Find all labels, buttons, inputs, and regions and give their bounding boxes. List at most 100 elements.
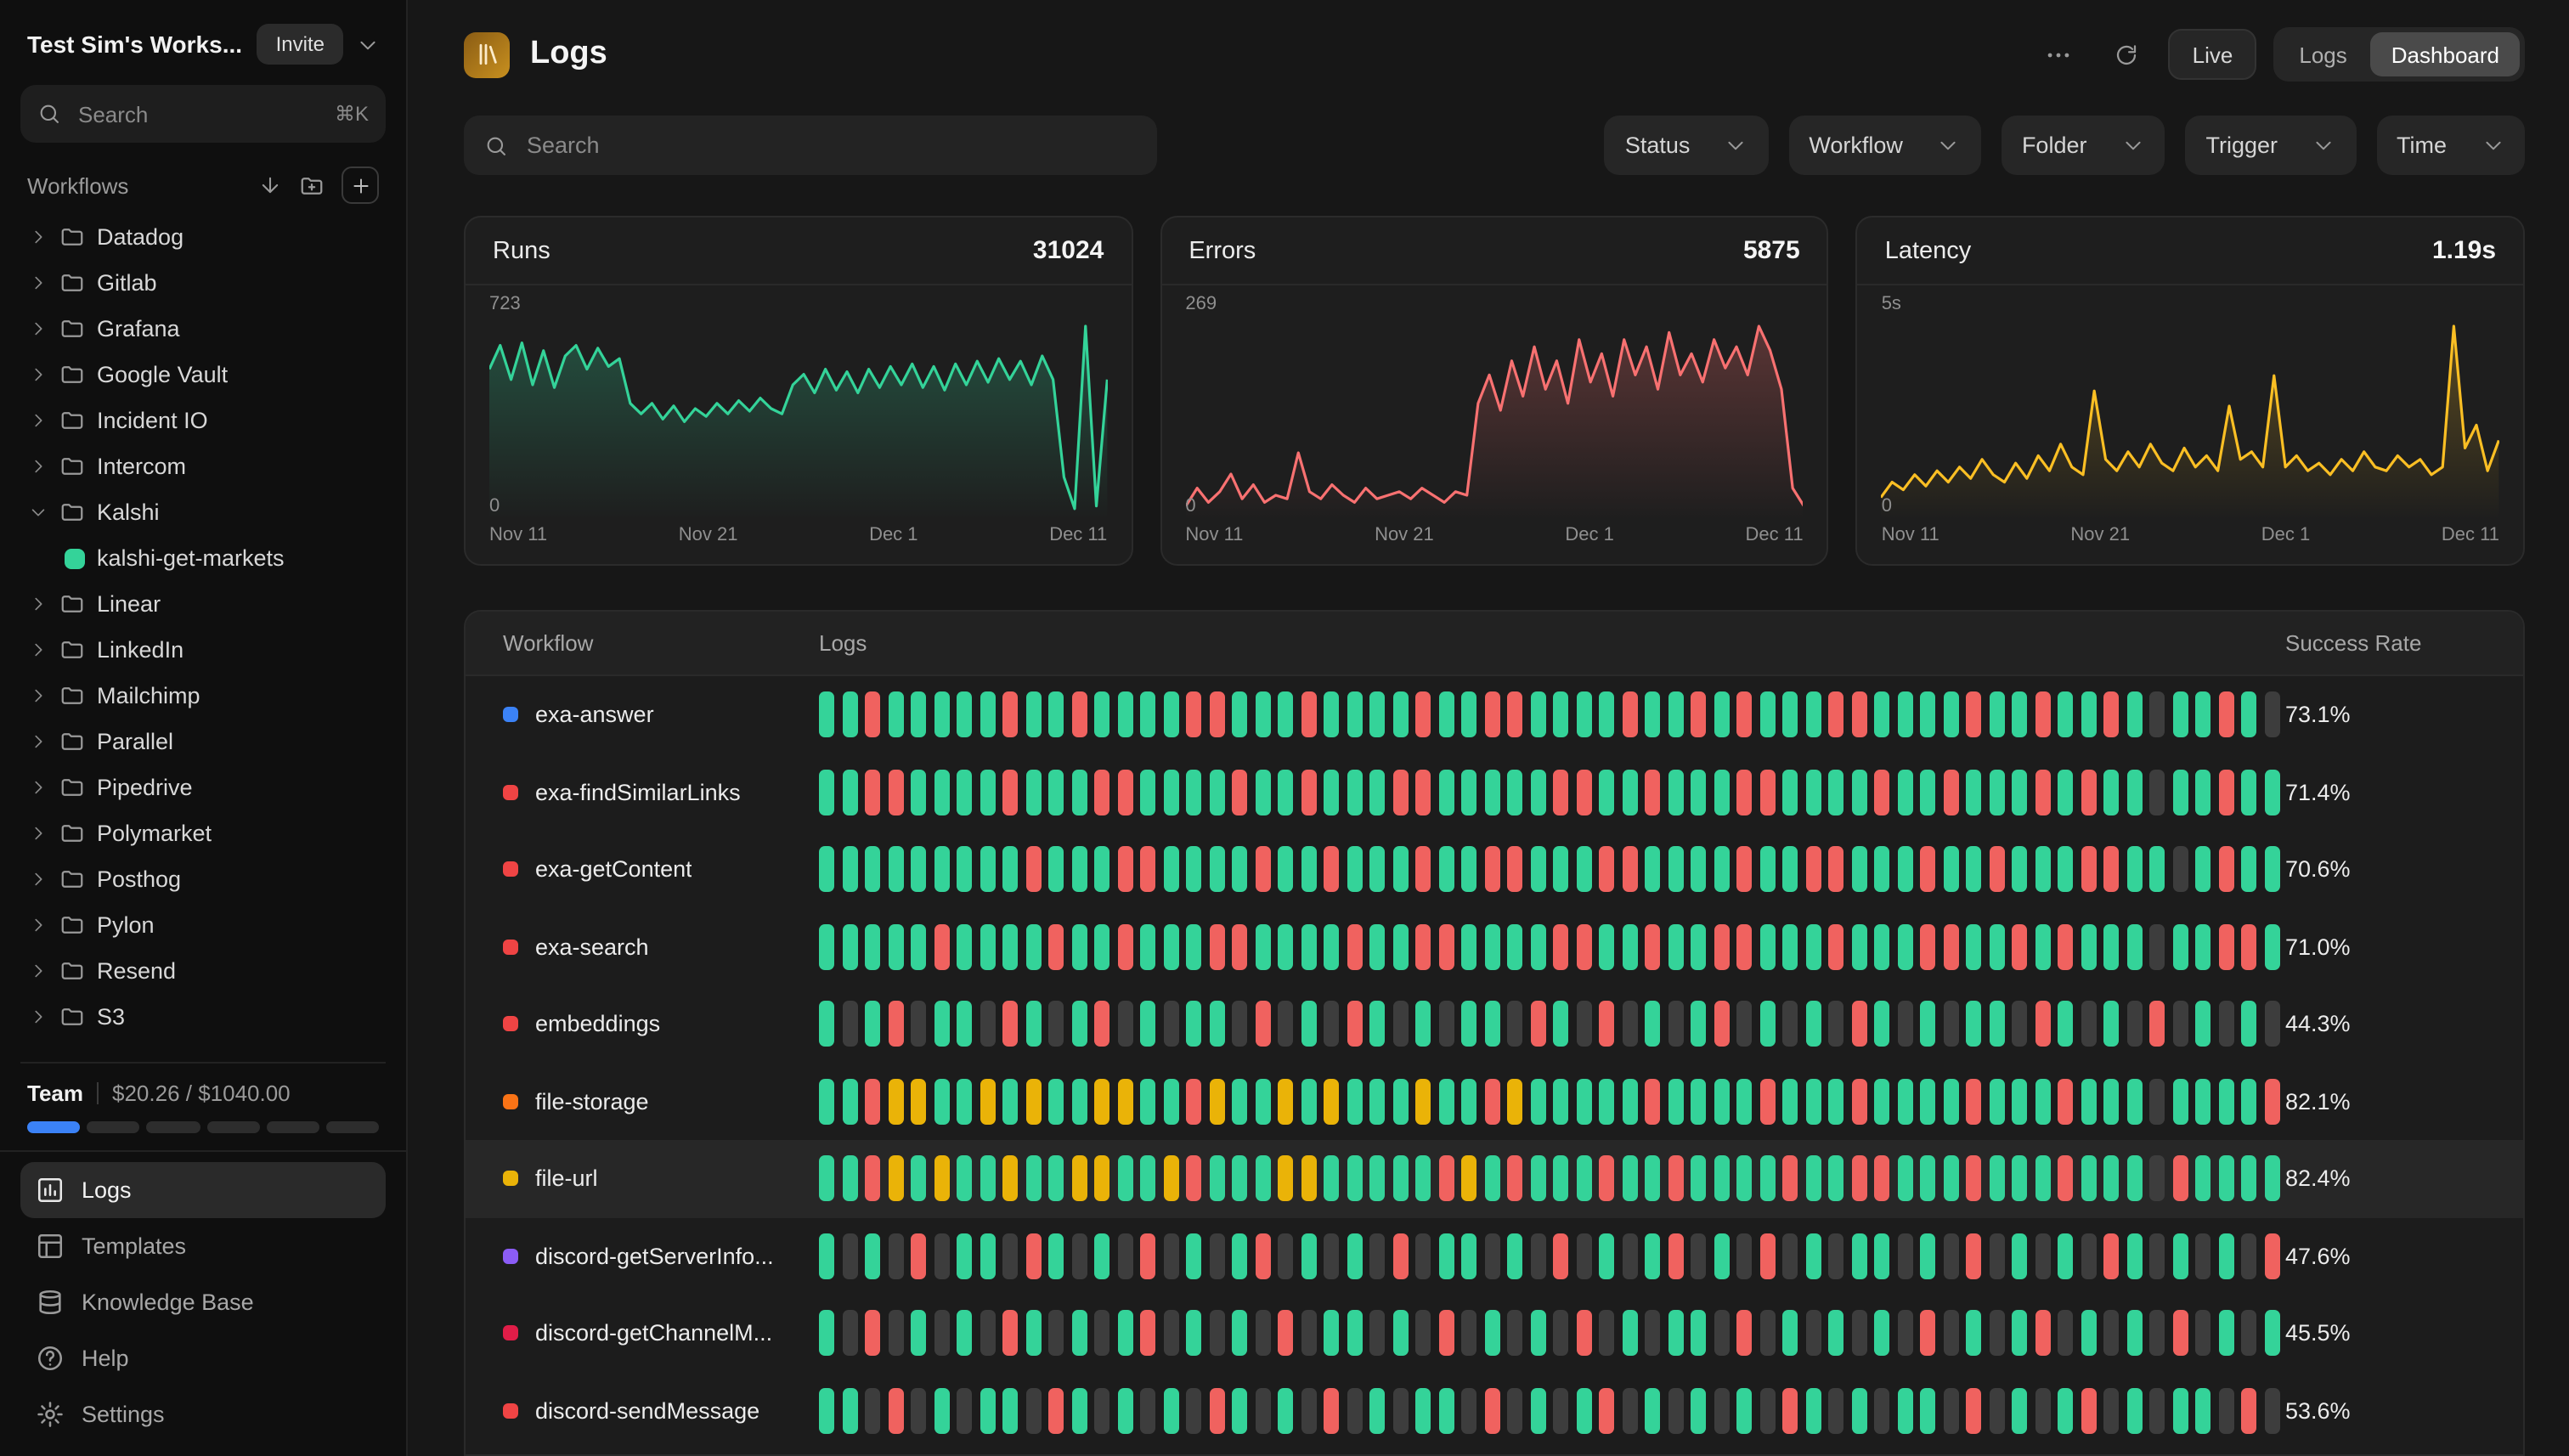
log-bar[interactable] [911,1156,926,1202]
log-bar[interactable] [1943,770,1958,815]
log-bar[interactable] [2264,1079,2279,1125]
log-bar[interactable] [980,1311,995,1357]
log-bar[interactable] [1530,692,1545,738]
log-bar[interactable] [2241,770,2256,815]
log-bar[interactable] [1989,1233,2004,1279]
log-bar[interactable] [2149,1079,2165,1125]
log-bar[interactable] [1736,770,1752,815]
log-bar[interactable] [1392,1002,1408,1047]
log-bar[interactable] [1874,1156,1889,1202]
log-bar[interactable] [2172,924,2188,970]
log-bar[interactable] [1874,1233,1889,1279]
log-bar[interactable] [2012,1233,2027,1279]
log-bar[interactable] [2081,1156,2096,1202]
log-bar[interactable] [2172,1002,2188,1047]
log-bar[interactable] [2149,847,2165,893]
log-bar[interactable] [2172,1311,2188,1357]
log-bar[interactable] [888,847,903,893]
log-bar[interactable] [1484,1156,1499,1202]
log-bar[interactable] [1599,847,1614,893]
log-bar[interactable] [888,1079,903,1125]
log-bar[interactable] [2264,1002,2279,1047]
log-bar[interactable] [911,1002,926,1047]
log-bar[interactable] [1782,1311,1798,1357]
log-bar[interactable] [1232,847,1247,893]
log-bar[interactable] [1691,1311,1706,1357]
log-bar[interactable] [2149,1156,2165,1202]
log-bar[interactable] [1576,847,1591,893]
log-bar[interactable] [1025,1002,1041,1047]
log-bar[interactable] [1278,1388,1293,1434]
log-bar[interactable] [1002,1233,1018,1279]
log-bar[interactable] [2103,1233,2119,1279]
log-bar[interactable] [1874,692,1889,738]
log-bar[interactable] [2103,847,2119,893]
log-bar[interactable] [1989,924,2004,970]
log-bar[interactable] [1369,1233,1385,1279]
log-bar[interactable] [1622,770,1637,815]
table-row-file-storage[interactable]: file-storage82.1% [466,1063,2523,1140]
log-bar[interactable] [1324,1156,1339,1202]
log-bar[interactable] [1714,692,1729,738]
log-bar[interactable] [1668,847,1683,893]
log-bar[interactable] [2126,1079,2142,1125]
workspace-menu-chevron-icon[interactable] [357,33,379,55]
log-bar[interactable] [1507,924,1522,970]
log-bar[interactable] [1369,847,1385,893]
log-bar[interactable] [1163,1002,1178,1047]
log-bar[interactable] [934,692,949,738]
log-bar[interactable] [1186,1311,1201,1357]
log-bar[interactable] [957,924,972,970]
log-bar[interactable] [1668,770,1683,815]
log-bar[interactable] [1255,1388,1270,1434]
log-bar[interactable] [1714,1156,1729,1202]
log-bar[interactable] [1392,692,1408,738]
sidebar-item-knowledge-base[interactable]: Knowledge Base [20,1274,386,1330]
log-bar[interactable] [2126,1156,2142,1202]
log-bar[interactable] [1897,692,1912,738]
log-bar[interactable] [1117,847,1132,893]
log-bar[interactable] [1117,1233,1132,1279]
log-bar[interactable] [1209,1311,1224,1357]
log-bar[interactable] [1048,924,1064,970]
log-bar[interactable] [2264,1388,2279,1434]
log-bar[interactable] [1002,1002,1018,1047]
log-bar[interactable] [2035,847,2050,893]
log-bar[interactable] [2058,1388,2073,1434]
log-bar[interactable] [2264,770,2279,815]
log-bar[interactable] [1071,770,1087,815]
log-bar[interactable] [957,847,972,893]
log-bar[interactable] [2264,847,2279,893]
log-bar[interactable] [911,1388,926,1434]
log-bar[interactable] [842,770,857,815]
log-bar[interactable] [1966,770,1981,815]
log-bar[interactable] [2058,847,2073,893]
log-bar[interactable] [1920,1002,1935,1047]
log-bar[interactable] [2058,1311,2073,1357]
log-bar[interactable] [1369,1311,1385,1357]
log-bar[interactable] [1553,1002,1568,1047]
log-bar[interactable] [1507,1002,1522,1047]
log-bar[interactable] [1805,692,1821,738]
log-bar[interactable] [1622,924,1637,970]
log-bar[interactable] [2241,1311,2256,1357]
sidebar-folder-google-vault[interactable]: Google Vault [20,352,386,398]
sidebar-item-help[interactable]: Help [20,1330,386,1386]
log-bar[interactable] [1369,924,1385,970]
log-bar[interactable] [2126,692,2142,738]
log-bar[interactable] [2218,692,2233,738]
log-bar[interactable] [1920,770,1935,815]
log-bar[interactable] [2149,924,2165,970]
log-bar[interactable] [1140,1002,1155,1047]
log-bar[interactable] [819,1156,834,1202]
log-bar[interactable] [1736,1233,1752,1279]
log-bar[interactable] [1874,1388,1889,1434]
sidebar-workflow-kalshi-get-markets[interactable]: kalshi-get-markets [20,535,386,581]
log-bar[interactable] [980,1233,995,1279]
log-bar[interactable] [1851,1002,1866,1047]
sidebar-item-logs[interactable]: Logs [20,1162,386,1218]
log-bar[interactable] [1691,1156,1706,1202]
log-bar[interactable] [1278,847,1293,893]
log-bar[interactable] [980,847,995,893]
log-bar[interactable] [957,1079,972,1125]
